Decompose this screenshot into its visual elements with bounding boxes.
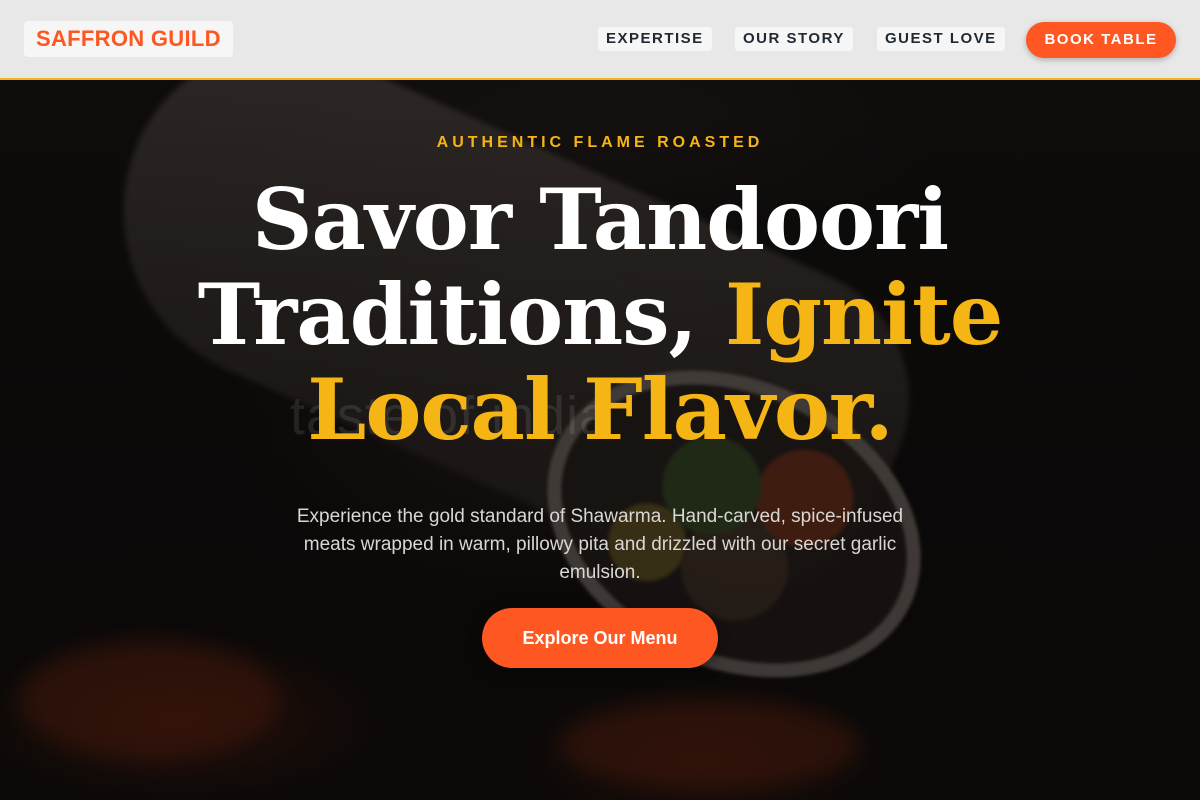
nav-link-expertise[interactable]: EXPERTISE <box>598 27 712 51</box>
site-header: SAFFRON GUILD EXPERTISE OUR STORY GUEST … <box>0 0 1200 80</box>
book-table-button[interactable]: BOOK TABLE <box>1026 22 1176 58</box>
nav-link-our-story[interactable]: OUR STORY <box>735 27 853 51</box>
hero-section: AUTHENTIC FLAME ROASTED taste of india S… <box>0 80 1200 800</box>
nav-link-guest-love[interactable]: GUEST LOVE <box>877 27 1005 51</box>
hero-eyebrow: AUTHENTIC FLAME ROASTED <box>436 134 764 151</box>
explore-menu-button[interactable]: Explore Our Menu <box>482 608 718 668</box>
hero-headline: Savor Tandoori Traditions, Ignite Local … <box>100 172 1100 457</box>
landing-page: SAFFRON GUILD EXPERTISE OUR STORY GUEST … <box>0 0 1200 800</box>
brand-logo[interactable]: SAFFRON GUILD <box>24 21 233 57</box>
hero-description: Experience the gold standard of Shawarma… <box>296 506 904 583</box>
